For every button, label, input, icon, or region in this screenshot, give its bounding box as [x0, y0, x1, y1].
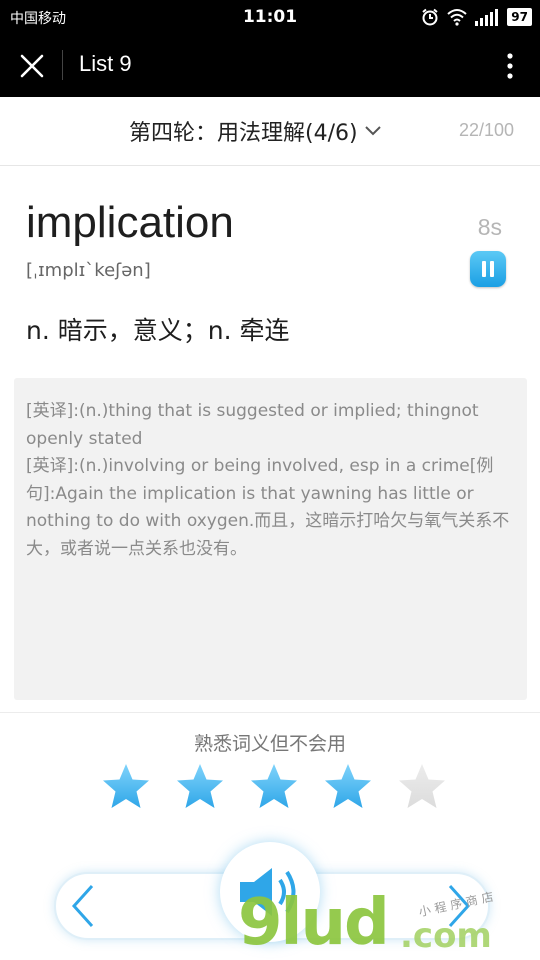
app-bar: List 9 — [0, 34, 540, 97]
round-header: 第四轮：用法理解(4/6) 22/100 — [0, 97, 540, 166]
phonetic: [ˌɪmplɪˋkeʃən] — [26, 260, 151, 281]
battery-icon: 97 — [507, 8, 532, 26]
star-icon[interactable] — [322, 761, 374, 813]
pause-icon — [482, 261, 486, 277]
status-bar: 中国移动 11:01 97 — [0, 0, 540, 34]
word-meaning: n. 暗示，意义；n. 牵连 — [26, 316, 290, 345]
watermark-logo: 9lud — [238, 886, 390, 960]
rating-area: 熟悉词义但不会用 — [0, 712, 540, 843]
round-dropdown[interactable]: 第四轮：用法理解(4/6) — [129, 115, 382, 147]
headword: implication — [26, 198, 234, 247]
chevron-down-icon — [364, 126, 381, 136]
round-label: 第四轮：用法理解(4/6) — [129, 121, 358, 146]
star-icon[interactable] — [248, 761, 300, 813]
pause-button[interactable] — [470, 251, 506, 287]
close-icon[interactable] — [18, 52, 46, 80]
watermark-domain: .com — [400, 916, 492, 956]
definition-text: [英译]:(n.)thing that is suggested or impl… — [26, 401, 510, 559]
status-icons: 97 — [421, 6, 532, 28]
star-icon[interactable] — [100, 761, 152, 813]
signal-icon — [475, 9, 499, 26]
star-rating — [100, 761, 448, 813]
alarm-icon — [422, 8, 438, 26]
progress-count: 22/100 — [458, 120, 514, 140]
rating-label: 熟悉词义但不会用 — [193, 733, 346, 755]
star-icon[interactable] — [396, 761, 448, 813]
appbar-divider — [62, 50, 63, 80]
star-icon[interactable] — [174, 761, 226, 813]
page-title: List 9 — [79, 51, 132, 76]
countdown-timer: 8s — [477, 214, 502, 240]
definition-panel: [英译]:(n.)thing that is suggested or impl… — [14, 378, 527, 700]
chevron-left-icon[interactable] — [62, 880, 102, 932]
wifi-icon — [447, 9, 467, 26]
more-vert-icon[interactable] — [500, 52, 520, 80]
